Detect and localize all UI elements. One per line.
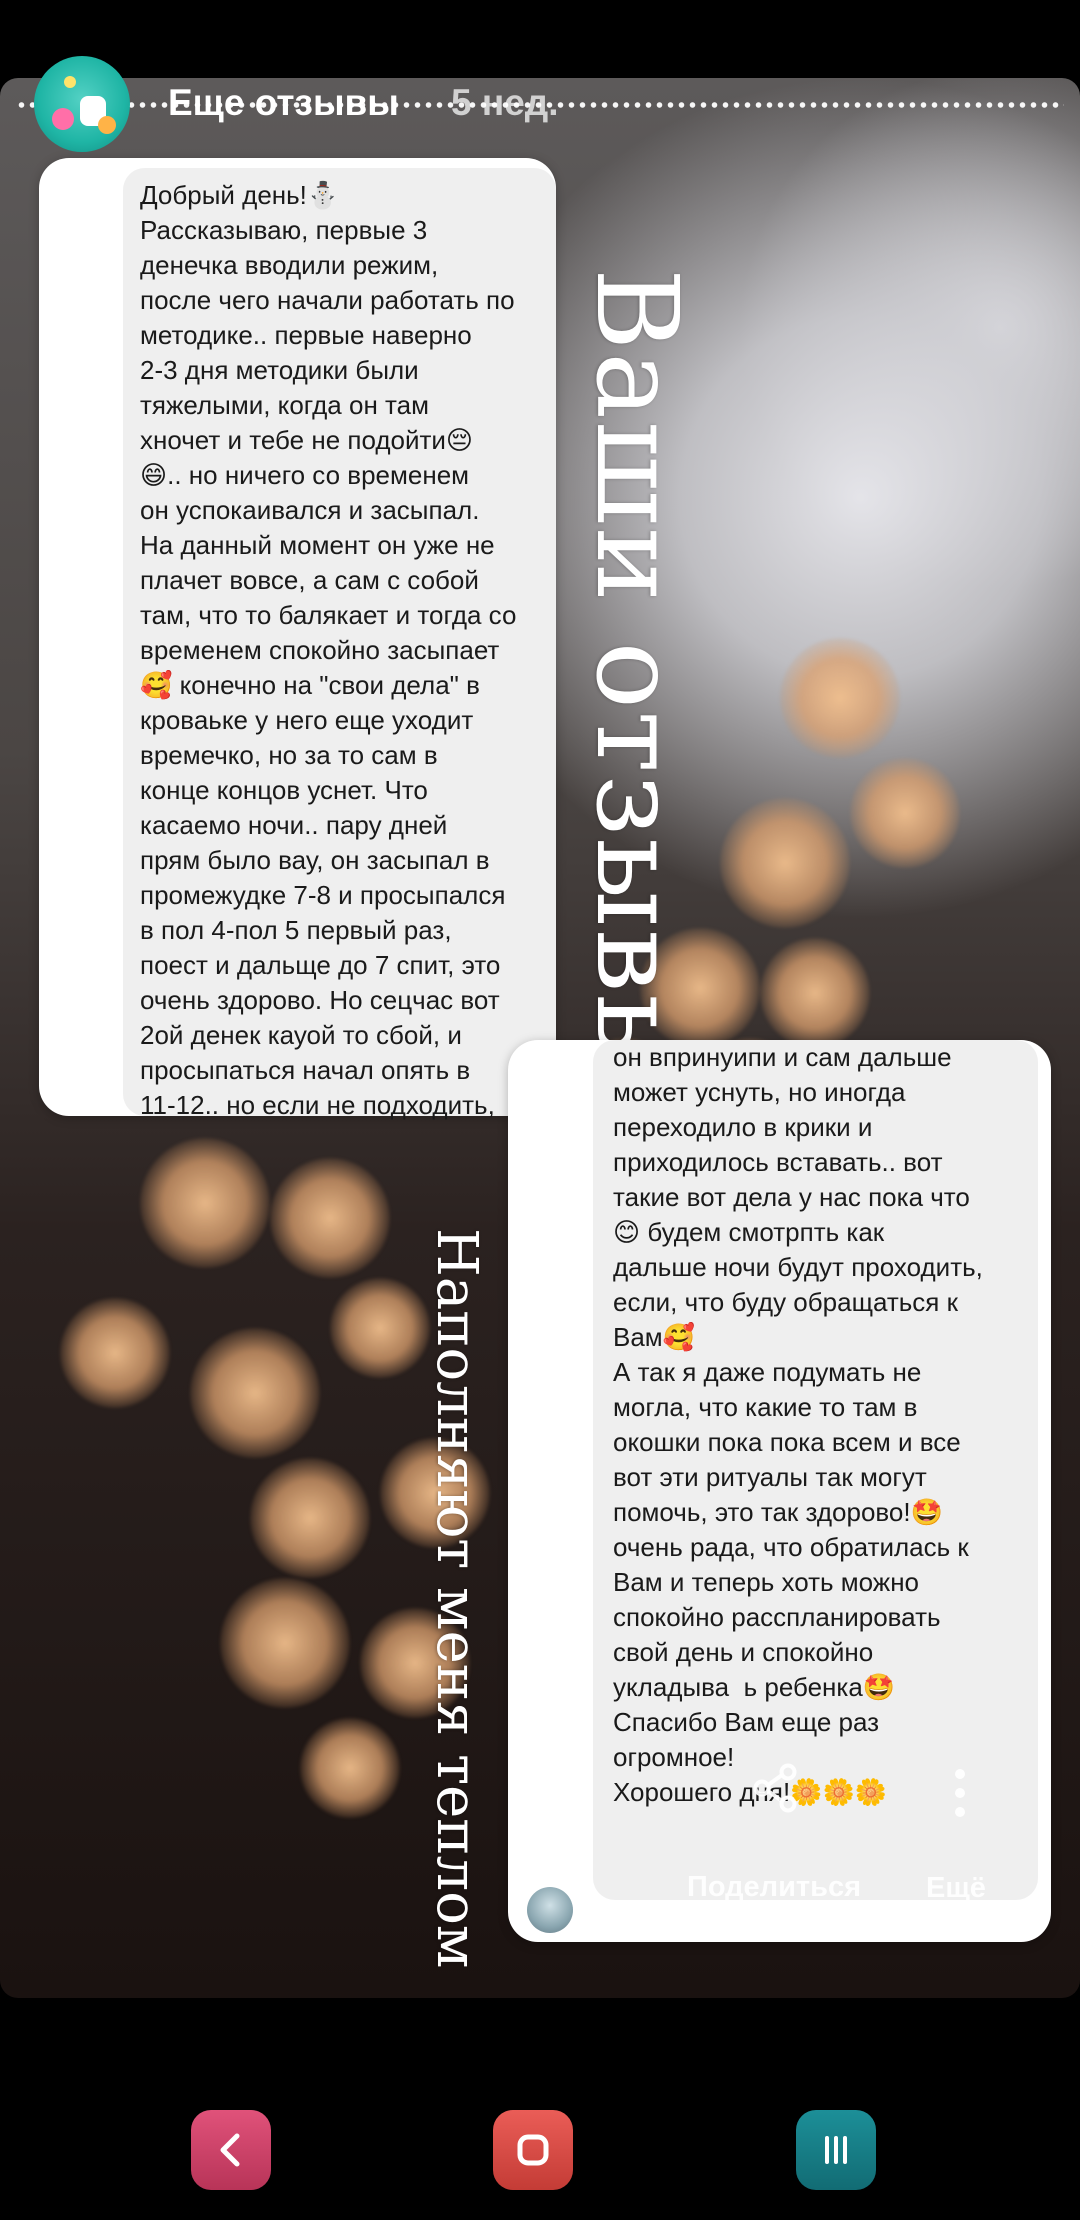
sender-avatar [527, 1887, 573, 1933]
bokeh-light [780, 638, 900, 758]
bokeh-light [300, 1718, 400, 1818]
message-bubble: Добрый день!⛄ Рассказываю, первые 3 денечк… [123, 168, 556, 1120]
recent-apps-icon [825, 2136, 847, 2164]
message-line: прям было вау, он засыпал в [140, 845, 490, 875]
message-line: дальше ночи будут проходить, [613, 1252, 983, 1282]
bokeh-light [220, 1578, 350, 1708]
message-line: кроваьке у него еще уходит [140, 705, 474, 735]
author-avatar[interactable] [34, 56, 130, 152]
message-text: он впринуипи и сам дальше может уснуть, н… [613, 1040, 983, 1810]
bokeh-light [250, 1458, 370, 1578]
message-line: такие вот дела у нас пока что [613, 1182, 970, 1212]
message-line: вот эти ритуалы так могут [613, 1462, 927, 1492]
nav-back-button[interactable] [191, 2110, 271, 2190]
message-line: промежудке 7-8 и просыпался [140, 880, 506, 910]
message-line: он успокаивался и засыпал. [140, 495, 480, 525]
message-line: 2ой денек кауой то сбой, и [140, 1020, 462, 1050]
message-line: в пол 4-пол 5 первый раз, [140, 915, 452, 945]
message-line: временем спокойно засыпает [140, 635, 500, 665]
message-line: поест и дальще до 7 спит, это [140, 950, 501, 980]
message-line: Рассказываю, первые 3 [140, 215, 428, 245]
message-line: плачет вовсе, а сам с собой [140, 565, 479, 595]
message-line: времечко, но за то сам в [140, 740, 438, 770]
message-line: если, что буду обращаться к [613, 1287, 958, 1317]
bokeh-light [60, 1298, 170, 1408]
message-line: он впринуипи и сам дальше [613, 1042, 952, 1072]
bokeh-light [760, 938, 870, 1048]
message-line: приходилось вставать.. вот [613, 1147, 943, 1177]
story-timestamp: 5 нед. [451, 82, 559, 123]
message-line: касаемо ночи.. пару дней [140, 810, 448, 840]
message-line: просыпаться начал опять в [140, 1055, 471, 1085]
share-button-label[interactable]: Поделиться в... [676, 1870, 872, 1938]
bokeh-light [270, 1158, 390, 1278]
bokeh-light [190, 1328, 320, 1458]
message-line: Вам🥰 [613, 1322, 696, 1352]
share-icon[interactable] [752, 1763, 798, 1813]
more-vertical-icon[interactable] [948, 1768, 972, 1818]
overlay-title: Ваши отзывы [571, 268, 701, 1086]
back-chevron-icon [220, 2133, 240, 2167]
message-line: переходило в крики и [613, 1112, 873, 1142]
overlay-subtitle: Наполняют меня теплом [424, 1228, 489, 1969]
message-line: очень здорово. Но сецчас вот [140, 985, 500, 1015]
message-line: окошки пока пока всем и все [613, 1427, 961, 1457]
message-line: может уснуть, но иногда [613, 1077, 906, 1107]
nav-recent-apps-button[interactable] [796, 2110, 876, 2190]
message-line: 11-12.. но если не подходить, [140, 1090, 495, 1120]
more-button-label[interactable]: Ещё [926, 1872, 986, 1905]
message-line: Спасибо Вам еще раз [613, 1707, 880, 1737]
bokeh-light [140, 1138, 270, 1268]
home-square-icon [517, 2134, 549, 2166]
message-line: свой день и спокойно [613, 1637, 874, 1667]
message-line: Вам и теперь хоть можно [613, 1567, 920, 1597]
message-line: На данный момент он уже не [140, 530, 495, 560]
message-line: могла, что какие то там в [613, 1392, 918, 1422]
bokeh-light [720, 798, 850, 928]
message-line: 2-3 дня методики были [140, 355, 419, 385]
message-line: хночет и тебе не подойти😔 [140, 425, 474, 455]
message-line: методике.. первые наверно [140, 320, 472, 350]
message-line: помочь, это так здорово!🤩 [613, 1497, 943, 1527]
nav-home-button[interactable] [493, 2110, 573, 2190]
message-line: 😄.. но ничего со временем [140, 460, 470, 490]
message-line: после чего начали работать по [140, 285, 515, 315]
message-line: Добрый день!⛄ [140, 180, 340, 210]
story-author-name[interactable]: Еще отзывы [168, 82, 399, 124]
message-line: укладыва ь ребенка🤩 [613, 1672, 896, 1702]
message-text: Добрый день!⛄ Рассказываю, первые 3 денечк… [140, 178, 516, 1123]
message-line: тяжелыми, когда он там [140, 390, 429, 420]
message-line: там, что то балякает и тогда со [140, 600, 517, 630]
message-line: очень рада, что обратилась к [613, 1532, 969, 1562]
message-line: А так я даже подумать не [613, 1357, 922, 1387]
message-line: денечка вводили режим, [140, 250, 439, 280]
bokeh-light [330, 1278, 430, 1378]
message-line: конце концов уснет. Что [140, 775, 428, 805]
message-line: спокойно расспланировать [613, 1602, 941, 1632]
bokeh-light [850, 758, 960, 868]
message-line: 🥰 конечно на "свои дела" в [140, 670, 480, 700]
message-line: 😊 будем смотрпть как [613, 1217, 885, 1247]
